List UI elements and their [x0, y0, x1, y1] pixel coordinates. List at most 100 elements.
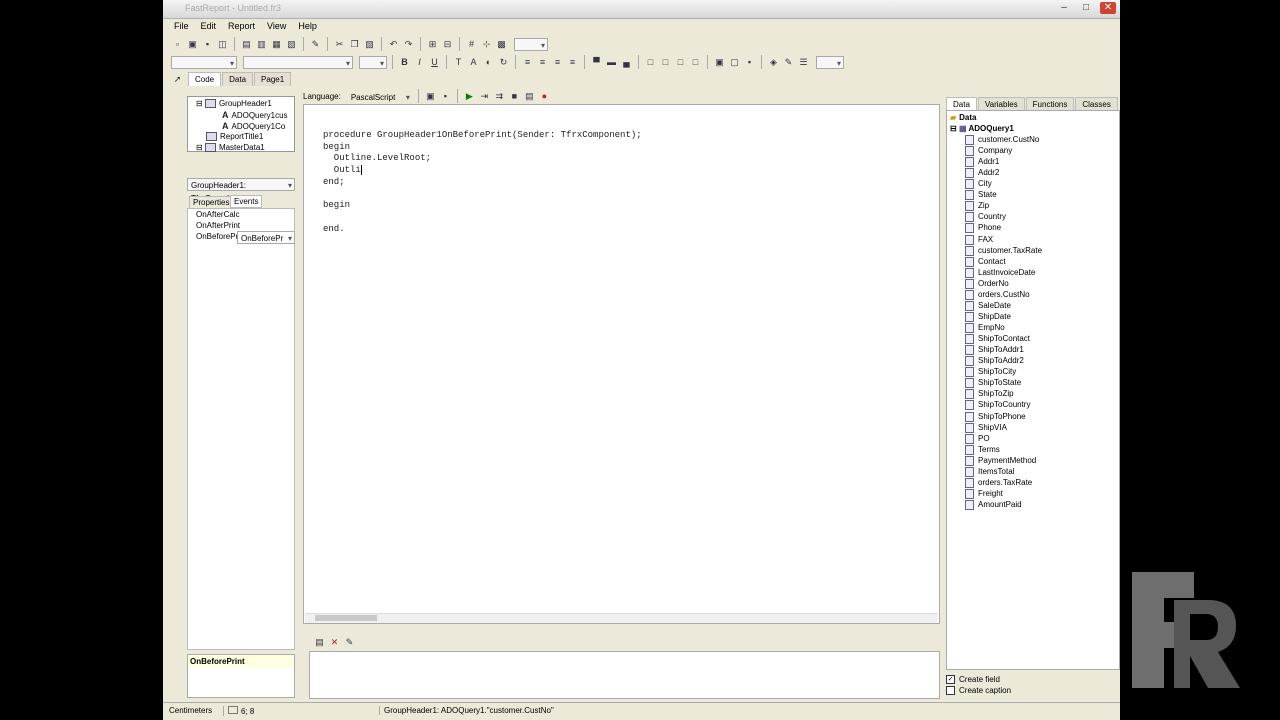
- frame-style-icon[interactable]: ☰: [797, 56, 810, 69]
- report-tree[interactable]: ⊟ GroupHeader1 A ADOQuery1cus A ADOQuery1C…: [187, 96, 295, 153]
- menu-report[interactable]: Report: [223, 20, 260, 34]
- code-text[interactable]: procedure GroupHeader1OnBeforePrint(Send…: [323, 130, 642, 235]
- new-page-icon[interactable]: ▥: [255, 38, 268, 51]
- field-item[interactable]: PaymentMethod: [965, 455, 1036, 466]
- frame-color-icon[interactable]: ✎: [782, 56, 795, 69]
- tab-data[interactable]: Data: [222, 72, 254, 86]
- open-icon[interactable]: ▣: [186, 38, 199, 51]
- align-right-icon[interactable]: ≡: [551, 56, 564, 69]
- evaluate-icon[interactable]: ▤: [523, 90, 536, 103]
- field-item[interactable]: City: [965, 179, 992, 190]
- frame-width-combo[interactable]: [816, 55, 844, 70]
- tab-variables[interactable]: Variables: [977, 97, 1025, 111]
- field-item[interactable]: Addr2: [965, 168, 999, 179]
- create-field-option[interactable]: ✓ Create field: [946, 675, 1000, 685]
- field-item[interactable]: Addr1: [965, 157, 999, 168]
- field-item[interactable]: orders.CustNo: [965, 289, 1030, 300]
- redo-icon[interactable]: ↷: [402, 38, 415, 51]
- field-item[interactable]: Freight: [965, 488, 1003, 499]
- tree-item-adoquery1co[interactable]: A ADOQuery1Co: [222, 121, 285, 131]
- tab-data-tree[interactable]: Data: [946, 97, 977, 111]
- breakpoint-icon[interactable]: ●: [538, 90, 551, 103]
- highlight-icon[interactable]: ◐: [482, 56, 495, 69]
- event-handler-combo[interactable]: OnBeforePr: [237, 231, 295, 245]
- field-item[interactable]: ShipToZip: [965, 389, 1014, 400]
- new-icon[interactable]: ▫: [171, 38, 184, 51]
- tab-events[interactable]: Events: [230, 195, 263, 208]
- add-watch-icon[interactable]: ▤: [313, 636, 326, 649]
- language-combo[interactable]: PascalScript: [346, 89, 413, 104]
- code-hscrollbar[interactable]: [305, 613, 938, 623]
- tree-item-masterdata1[interactable]: ⊟ MasterData1: [196, 143, 265, 153]
- paste-icon[interactable]: ▨: [363, 38, 376, 51]
- align-grid-icon[interactable]: ⊹: [480, 38, 493, 51]
- style-combo[interactable]: [171, 55, 237, 70]
- tab-page1[interactable]: Page1: [254, 72, 292, 86]
- menu-edit[interactable]: Edit: [196, 20, 222, 34]
- font-color-icon[interactable]: A: [467, 56, 480, 69]
- valign-center-icon[interactable]: ▬: [605, 56, 618, 69]
- create-caption-option[interactable]: Create caption: [946, 686, 1011, 696]
- menu-view[interactable]: View: [262, 20, 291, 34]
- font-icon[interactable]: T: [452, 56, 465, 69]
- shadow-icon[interactable]: ▪: [743, 56, 756, 69]
- tab-functions[interactable]: Functions: [1025, 97, 1075, 111]
- ungroup-icon[interactable]: ⊟: [441, 38, 454, 51]
- undo-icon[interactable]: ↶: [387, 38, 400, 51]
- group-icon[interactable]: ⊞: [426, 38, 439, 51]
- fit-grid-icon[interactable]: ▩: [495, 38, 508, 51]
- field-item[interactable]: OrderNo: [965, 278, 1009, 289]
- frame-top-icon[interactable]: □: [644, 56, 657, 69]
- save-icon[interactable]: ▪: [201, 38, 214, 51]
- minimize-button[interactable]: –: [1056, 2, 1072, 14]
- event-onafterprint[interactable]: OnAfterPrint: [196, 221, 240, 230]
- zoom-combo[interactable]: [514, 37, 548, 52]
- tab-code[interactable]: Code: [188, 72, 222, 86]
- create-field-checkbox[interactable]: ✓: [946, 675, 955, 685]
- new-dialog-icon[interactable]: ▦: [270, 38, 283, 51]
- run-icon[interactable]: ▶: [463, 90, 476, 103]
- object-selector[interactable]: GroupHeader1: TfrxGroupHe: [187, 178, 295, 203]
- copy-icon[interactable]: ❐: [348, 38, 361, 51]
- field-item[interactable]: orders.TaxRate: [965, 477, 1032, 488]
- frame-none-icon[interactable]: ▢: [728, 56, 741, 69]
- italic-icon[interactable]: I: [413, 56, 426, 69]
- field-item[interactable]: Company: [965, 146, 1012, 157]
- field-item[interactable]: ShipToCity: [965, 367, 1016, 378]
- field-item[interactable]: Contact: [965, 256, 1006, 267]
- step-over-icon[interactable]: ⇉: [493, 90, 506, 103]
- tree-item-reporttitle1[interactable]: ReportTitle1: [206, 132, 263, 142]
- field-item[interactable]: customer.TaxRate: [965, 245, 1042, 256]
- valign-bottom-icon[interactable]: ▄: [620, 56, 633, 69]
- underline-icon[interactable]: U: [428, 56, 441, 69]
- tab-classes[interactable]: Classes: [1075, 97, 1118, 111]
- align-center-icon[interactable]: ≡: [536, 56, 549, 69]
- menu-file[interactable]: File: [169, 20, 194, 34]
- field-item[interactable]: ShipDate: [965, 311, 1011, 322]
- select-tool-icon[interactable]: ➚: [171, 73, 184, 86]
- menu-help[interactable]: Help: [293, 20, 322, 34]
- cut-icon[interactable]: ✂: [333, 38, 346, 51]
- edit-watch-icon[interactable]: ✎: [343, 636, 356, 649]
- field-item[interactable]: FAX: [965, 234, 993, 245]
- fill-color-icon[interactable]: ◈: [767, 56, 780, 69]
- bold-icon[interactable]: B: [398, 56, 411, 69]
- maximize-button[interactable]: □: [1078, 2, 1094, 14]
- field-item[interactable]: Country: [965, 212, 1006, 223]
- font-size-combo[interactable]: [359, 55, 387, 70]
- field-item[interactable]: customer.CustNo: [965, 135, 1039, 145]
- dataset-adoquery1[interactable]: ⊟ ▦ ADOQuery1: [950, 124, 1014, 133]
- field-item[interactable]: Phone: [965, 223, 1001, 234]
- new-report-icon[interactable]: ▤: [240, 38, 253, 51]
- field-item[interactable]: AmountPaid: [965, 499, 1022, 510]
- delete-page-icon[interactable]: ▧: [285, 38, 298, 51]
- field-item[interactable]: ShipToAddr2: [965, 356, 1024, 367]
- frame-left-icon[interactable]: □: [674, 56, 687, 69]
- create-caption-checkbox[interactable]: [946, 686, 955, 696]
- show-grid-icon[interactable]: #: [465, 38, 478, 51]
- scrollbar-thumb[interactable]: [315, 615, 377, 621]
- open-script-icon[interactable]: ▣: [424, 90, 437, 103]
- close-button[interactable]: ✕: [1100, 2, 1116, 14]
- field-item[interactable]: Terms: [965, 444, 1000, 455]
- field-item[interactable]: ItemsTotal: [965, 466, 1014, 477]
